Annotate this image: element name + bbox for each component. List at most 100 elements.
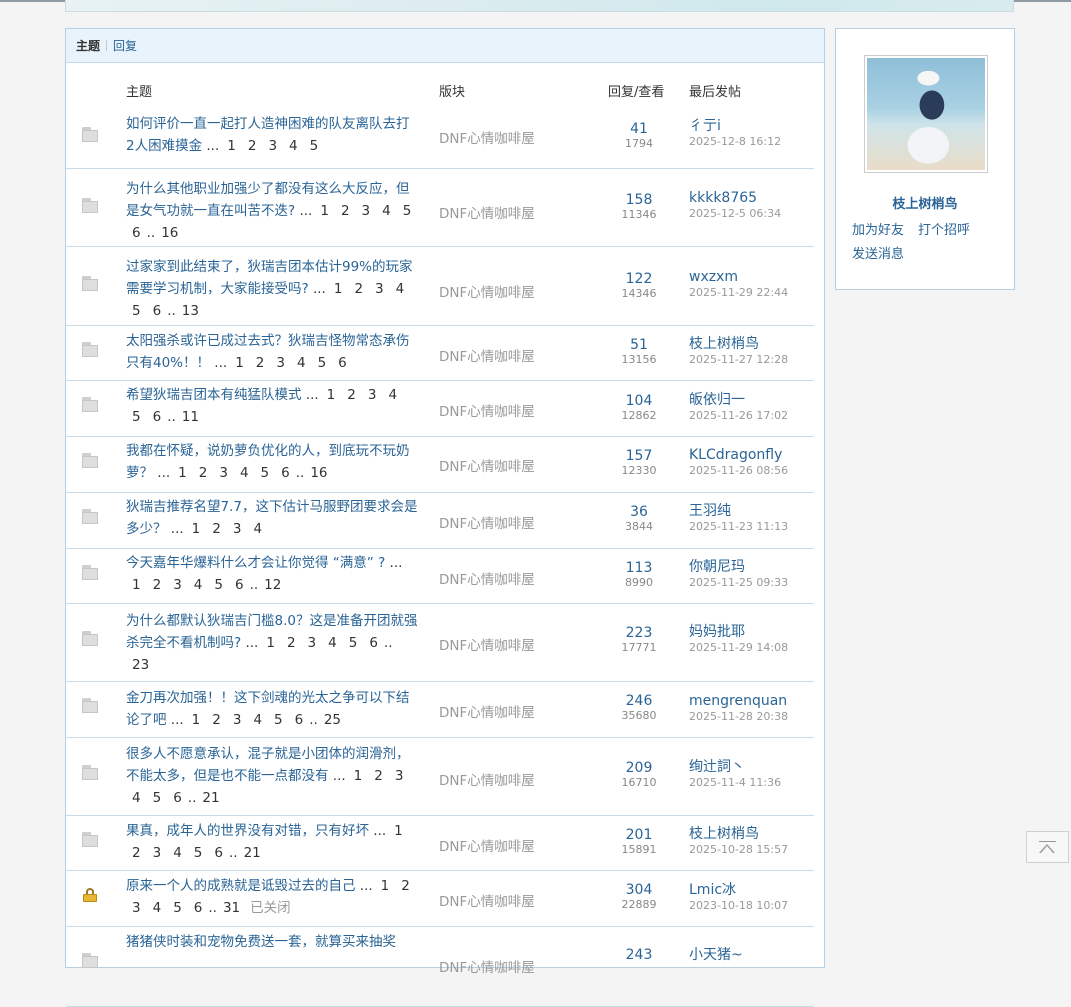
page-link[interactable]: 5 (274, 709, 283, 731)
thread-forum-link[interactable]: DNF心情咖啡屋 (439, 835, 535, 855)
page-link[interactable]: 2 (248, 135, 257, 157)
page-link[interactable]: 5 (318, 352, 327, 374)
page-link[interactable]: 4 (253, 518, 262, 540)
thread-title-link[interactable]: 猪猪侠时装和宠物免费送一套，就算买来抽奖 (126, 934, 396, 950)
thread-forum-link[interactable]: DNF心情咖啡屋 (439, 127, 535, 147)
last-post-user-link[interactable]: 枝上树梢鸟 (689, 826, 788, 843)
last-post-user-link[interactable]: 枝上树梢鸟 (689, 336, 788, 353)
page-link[interactable]: 6 (153, 406, 162, 428)
send-message-link[interactable]: 发送消息 (852, 247, 904, 262)
page-link[interactable]: 5 (132, 300, 141, 322)
page-link[interactable]: 6 (338, 352, 347, 374)
page-link[interactable]: 1 (227, 135, 236, 157)
page-link[interactable]: 16 (310, 462, 327, 484)
thread-title-link[interactable]: 果真，成年人的世界没有对错，只有好坏 (126, 823, 369, 839)
last-post-user-link[interactable]: 王羽纯 (689, 503, 788, 520)
last-post-user-link[interactable]: wxzxm (689, 269, 788, 286)
page-link[interactable]: 2 (212, 709, 221, 731)
thread-title-link[interactable]: 今天嘉年华爆料什么才会让你觉得 “满意” ? (126, 555, 385, 571)
thread-forum-link[interactable]: DNF心情咖啡屋 (439, 956, 535, 976)
page-link[interactable]: 13 (182, 300, 199, 322)
page-link[interactable]: 1 (394, 820, 403, 842)
page-link[interactable]: 4 (132, 787, 141, 809)
page-link[interactable]: 2 (256, 352, 265, 374)
page-link[interactable]: 4 (153, 897, 162, 919)
last-post-user-link[interactable]: 小天猪~ (689, 947, 743, 964)
page-link[interactable]: 1 (132, 574, 141, 596)
page-link[interactable]: 1 (266, 632, 275, 654)
page-link[interactable]: 5 (153, 787, 162, 809)
thread-forum-link[interactable]: DNF心情咖啡屋 (439, 634, 535, 654)
profile-name[interactable]: 枝上树梢鸟 (836, 193, 1014, 212)
page-link[interactable]: 5 (132, 406, 141, 428)
page-link[interactable]: 25 (324, 709, 341, 731)
page-link[interactable]: 4 (194, 574, 203, 596)
last-post-user-link[interactable]: 彳亍i (689, 118, 781, 135)
page-link[interactable]: 6 (153, 300, 162, 322)
page-link[interactable]: 5 (349, 632, 358, 654)
page-link[interactable]: 6 (235, 574, 244, 596)
last-post-user-link[interactable]: 绚辻詞丶 (689, 759, 781, 776)
page-link[interactable]: 5 (194, 842, 203, 864)
page-link[interactable]: 2 (401, 875, 410, 897)
page-link[interactable]: 1 (320, 200, 329, 222)
last-post-user-link[interactable]: 妈妈批耶 (689, 624, 788, 641)
thread-forum-link[interactable]: DNF心情咖啡屋 (439, 512, 535, 532)
page-link[interactable]: 5 (403, 200, 412, 222)
page-link[interactable]: 2 (374, 765, 383, 787)
page-link[interactable]: 3 (368, 384, 377, 406)
thread-forum-link[interactable]: DNF心情咖啡屋 (439, 281, 535, 301)
page-link[interactable]: 3 (132, 897, 141, 919)
page-link[interactable]: 4 (240, 462, 249, 484)
page-link[interactable]: 3 (362, 200, 371, 222)
thread-forum-link[interactable]: DNF心情咖啡屋 (439, 400, 535, 420)
page-link[interactable]: 1 (192, 709, 201, 731)
page-link[interactable]: 3 (395, 765, 404, 787)
thread-forum-link[interactable]: DNF心情咖啡屋 (439, 568, 535, 588)
page-link[interactable]: 2 (354, 278, 363, 300)
avatar[interactable] (864, 55, 988, 173)
thread-forum-link[interactable]: DNF心情咖啡屋 (439, 769, 535, 789)
last-post-user-link[interactable]: kkkk8765 (689, 190, 781, 207)
page-link[interactable]: 11 (182, 406, 199, 428)
page-link[interactable]: 6 (194, 897, 203, 919)
page-link[interactable]: 2 (153, 574, 162, 596)
page-link[interactable]: 6 (369, 632, 378, 654)
page-link[interactable]: 4 (253, 709, 262, 731)
page-link[interactable]: 2 (199, 462, 208, 484)
page-link[interactable]: 3 (375, 278, 384, 300)
page-link[interactable]: 6 (281, 462, 290, 484)
page-link[interactable]: 3 (233, 709, 242, 731)
page-link[interactable]: 3 (173, 574, 182, 596)
thread-title-link[interactable]: 原来一个人的成熟就是诋毁过去的自己 (126, 878, 356, 894)
page-link[interactable]: 5 (261, 462, 270, 484)
tab-topics[interactable]: 主题 (76, 37, 100, 54)
page-link[interactable]: 5 (310, 135, 319, 157)
page-link[interactable]: 1 (381, 875, 390, 897)
page-link[interactable]: 3 (276, 352, 285, 374)
page-link[interactable]: 2 (287, 632, 296, 654)
thread-forum-link[interactable]: DNF心情咖啡屋 (439, 345, 535, 365)
last-post-user-link[interactable]: 皈依归一 (689, 392, 788, 409)
page-link[interactable]: 1 (327, 384, 336, 406)
page-link[interactable]: 3 (153, 842, 162, 864)
tab-replies[interactable]: 回复 (113, 37, 137, 54)
scroll-to-top-button[interactable] (1026, 831, 1069, 863)
page-link[interactable]: 6 (132, 222, 141, 244)
page-link[interactable]: 2 (212, 518, 221, 540)
page-link[interactable]: 1 (354, 765, 363, 787)
page-link[interactable]: 3 (219, 462, 228, 484)
page-link[interactable]: 4 (382, 200, 391, 222)
add-friend-link[interactable]: 加为好友 (852, 223, 904, 238)
last-post-user-link[interactable]: mengrenquan (689, 693, 788, 710)
page-link[interactable]: 1 (178, 462, 187, 484)
page-link[interactable]: 16 (161, 222, 178, 244)
page-link[interactable]: 5 (214, 574, 223, 596)
last-post-user-link[interactable]: Lmic冰 (689, 882, 788, 899)
page-link[interactable]: 3 (308, 632, 317, 654)
page-link[interactable]: 4 (297, 352, 306, 374)
page-link[interactable]: 4 (173, 842, 182, 864)
last-post-user-link[interactable]: KLCdragonfly (689, 447, 788, 464)
page-link[interactable]: 2 (347, 384, 356, 406)
thread-forum-link[interactable]: DNF心情咖啡屋 (439, 701, 535, 721)
